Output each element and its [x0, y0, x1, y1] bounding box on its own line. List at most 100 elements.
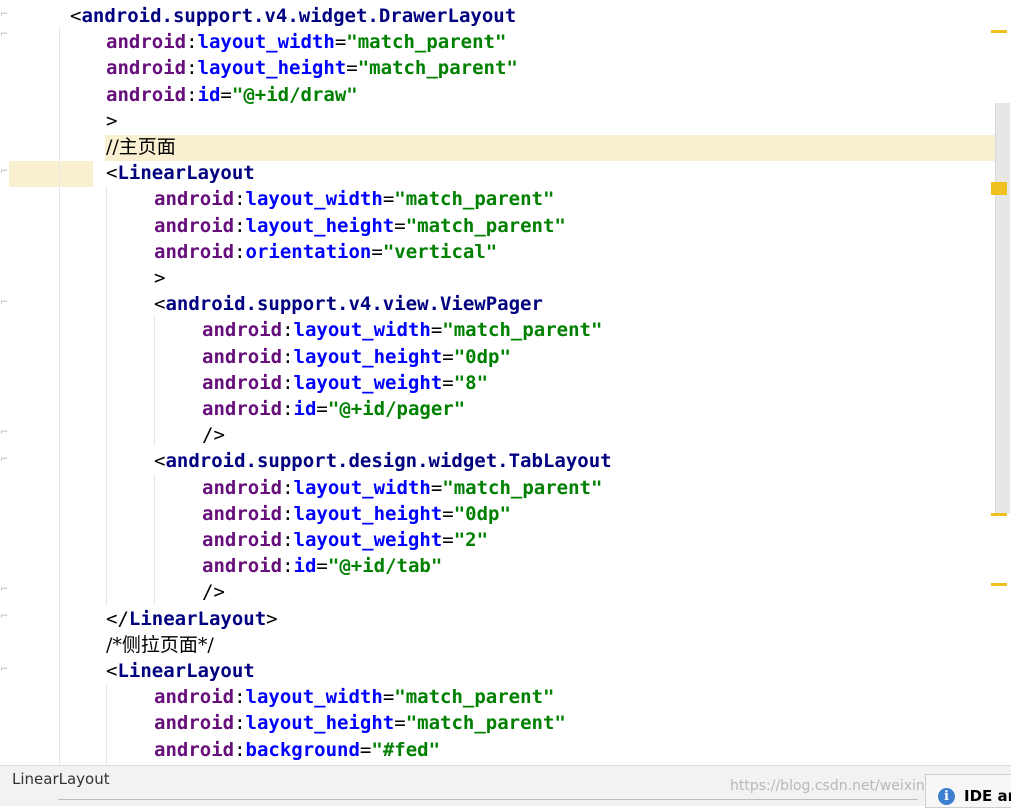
code-line[interactable]: <android.support.v4.widget.DrawerLayout — [70, 3, 516, 29]
code-token-val: "match_parent" — [394, 686, 555, 709]
code-token-punct: : — [282, 319, 294, 342]
code-token-ns: android — [202, 398, 283, 420]
code-editor[interactable]: ⌐ ⌐ ⌐ ⌐ ⌐ ⌐ ⌐ ⌐ ⌐ <android.support.v4.widget.Dra… — [0, 0, 1011, 765]
code-token-punct: : — [234, 738, 246, 761]
code-token-ns: android — [202, 319, 283, 342]
code-token-punct: > — [266, 607, 278, 630]
horizontal-scrollbar[interactable] — [58, 799, 918, 800]
code-token-punct: < — [154, 450, 166, 473]
code-token-ns: android — [106, 57, 187, 80]
code-line[interactable]: android:layout_width="match_parent" — [202, 317, 602, 343]
error-stripe-marker[interactable] — [991, 583, 1007, 586]
code-token-ns: android — [202, 371, 283, 394]
code-line[interactable]: android:layout_width="match_parent" — [154, 684, 554, 710]
code-token-punct: : — [282, 476, 294, 499]
code-line[interactable]: //主页面 — [106, 134, 176, 160]
code-line[interactable]: <LinearLayout — [106, 658, 255, 684]
code-token-punct: > — [106, 109, 118, 132]
code-line[interactable]: <android.support.v4.view.ViewPager — [154, 291, 543, 317]
code-line[interactable]: <LinearLayout — [106, 160, 255, 186]
code-token-val: "#fed" — [371, 738, 441, 761]
code-token-attr: background — [245, 738, 360, 761]
current-line-highlight — [105, 135, 996, 161]
fold-icon[interactable]: ⌐ — [0, 30, 8, 40]
code-token-val: "match_parent" — [405, 712, 566, 735]
code-line[interactable]: </LinearLayout> — [106, 606, 278, 632]
code-token-ns: android — [106, 31, 187, 54]
breadcrumb[interactable]: LinearLayout — [12, 770, 110, 788]
code-token-val: "match_parent" — [346, 31, 507, 54]
fold-icon[interactable]: ⌐ — [0, 665, 8, 675]
code-token-punct: = — [430, 319, 443, 342]
code-line[interactable]: android:background="#fed" — [154, 737, 440, 763]
code-token-punct: : — [186, 31, 198, 54]
code-token-punct: : — [186, 57, 198, 80]
code-line[interactable]: /> — [202, 422, 225, 448]
code-token-attr: layout_width — [245, 188, 383, 211]
code-token-punct: = — [382, 686, 395, 709]
code-token-attr: layout_height — [245, 712, 395, 735]
code-line[interactable]: android:layout_height="0dp" — [202, 501, 511, 527]
code-token-ns: android — [154, 240, 235, 263]
code-token-punct: : — [282, 555, 294, 578]
code-line[interactable]: android:layout_height="match_parent" — [154, 710, 566, 736]
code-token-val: "vertical" — [382, 240, 498, 263]
code-token-attr: layout_width — [293, 319, 431, 342]
code-token-punct: < — [106, 660, 118, 682]
code-line[interactable]: android:orientation="vertical" — [154, 239, 497, 265]
code-line[interactable]: <android.support.design.widget.TabLayout — [154, 448, 612, 474]
fold-icon[interactable]: ⌐ — [0, 428, 8, 438]
code-token-attr: id — [293, 398, 317, 420]
code-token-punct: </ — [106, 607, 129, 630]
code-token-val: "match_parent" — [357, 57, 518, 80]
error-stripe-marker[interactable] — [991, 513, 1007, 516]
ide-notification[interactable]: i IDE an — [925, 774, 1011, 808]
code-line[interactable]: android:layout_height="0dp" — [202, 344, 511, 370]
fold-icon[interactable]: ⌐ — [0, 298, 8, 308]
code-line[interactable]: android:layout_width="match_parent" — [154, 186, 554, 212]
code-line[interactable]: android:id="@+id/tab" — [202, 553, 442, 579]
code-token-tag: android.support.v4.widget.DrawerLayout — [81, 5, 517, 27]
code-line[interactable]: /*侧拉页面*/ — [106, 632, 214, 658]
code-line[interactable]: android:layout_weight="8" — [202, 370, 488, 396]
code-token-val: "@+id/draw" — [231, 83, 358, 106]
code-token-tag: LinearLayout — [117, 162, 255, 185]
fold-icon[interactable]: ⌐ — [0, 10, 8, 20]
code-token-attr: layout_weight — [293, 371, 443, 394]
code-token-punct: = — [346, 57, 358, 80]
fold-icon[interactable]: ⌐ — [0, 167, 8, 177]
code-token-comment: /*侧拉页面*/ — [106, 633, 214, 656]
code-token-val: "match_parent" — [442, 476, 603, 499]
code-token-attr: id — [197, 83, 221, 106]
ide-notification-label: IDE an — [964, 787, 1011, 805]
code-token-punct: = — [220, 83, 232, 106]
code-token-punct: : — [234, 240, 246, 263]
code-line[interactable]: android:layout_height="match_parent" — [106, 55, 518, 81]
fold-icon[interactable]: ⌐ — [0, 455, 8, 465]
code-token-punct: : — [234, 214, 246, 237]
fold-icon[interactable]: ⌐ — [0, 585, 8, 595]
code-line[interactable]: android:layout_weight="2" — [202, 527, 488, 553]
vertical-scrollbar[interactable] — [995, 103, 1010, 513]
code-line[interactable]: android:id="@+id/pager" — [202, 396, 465, 422]
error-stripe-marker[interactable] — [991, 30, 1007, 33]
code-line[interactable]: android:id="@+id/draw" — [106, 82, 358, 108]
code-line[interactable]: android:layout_width="match_parent" — [106, 29, 506, 55]
info-icon: i — [938, 788, 955, 805]
code-line[interactable]: > — [154, 265, 165, 291]
code-token-ns: android — [202, 502, 283, 525]
code-line[interactable]: android:layout_height="match_parent" — [154, 213, 566, 239]
code-line[interactable]: android:layout_width="match_parent" — [202, 475, 602, 501]
code-token-punct: = — [359, 738, 372, 761]
current-position-marker[interactable] — [991, 182, 1007, 195]
code-token-punct: < — [106, 162, 118, 185]
code-line[interactable]: /> — [202, 579, 225, 605]
code-token-ns: android — [106, 83, 187, 106]
code-token-punct: /> — [202, 424, 225, 447]
fold-icon[interactable]: ⌐ — [0, 612, 8, 622]
code-token-punct: : — [282, 398, 294, 420]
code-line[interactable]: > — [106, 108, 117, 134]
code-token-punct: : — [282, 502, 294, 525]
code-token-attr: layout_width — [293, 476, 431, 499]
code-token-val: "@+id/tab" — [327, 555, 443, 578]
